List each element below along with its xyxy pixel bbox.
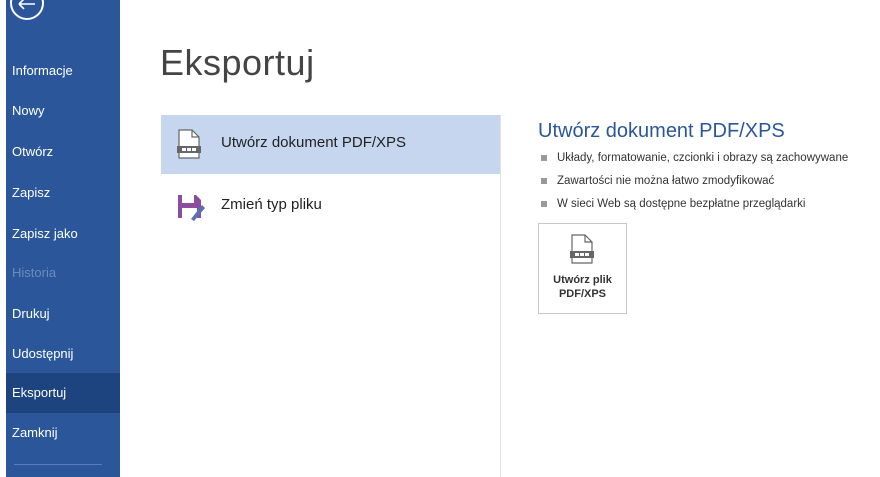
sidebar-item-otworz[interactable]: Otwórz [6, 132, 120, 172]
detail-bullet-list: Układy, formatowanie, czcionki i obrazy … [541, 150, 848, 219]
list-item: Zawartości nie można łatwo zmodyfikować [541, 173, 848, 196]
export-option-pdf-xps-label: Utwórz dokument PDF/XPS [221, 134, 407, 151]
page-title: Eksportuj [160, 42, 315, 83]
export-option-pdf-xps[interactable]: Utwórz dokument PDF/XPS [161, 115, 500, 174]
sidebar-item-drukuj[interactable]: Drukuj [6, 294, 120, 334]
pdf-document-icon [177, 129, 201, 164]
create-pdf-xps-button-line1: Utwórz plik [553, 274, 612, 286]
sidebar-item-zapisz[interactable]: Zapisz [6, 173, 120, 213]
list-item: W sieci Web są dostępne bezpłatne przegl… [541, 196, 848, 219]
save-as-icon [177, 191, 205, 226]
sidebar-item-nowy[interactable]: Nowy [6, 91, 120, 131]
backstage-sidebar: Informacje Nowy Otwórz Zapisz Zapisz jak… [6, 0, 120, 477]
sidebar-item-historia: Historia [12, 265, 57, 280]
pdf-document-icon [570, 234, 594, 269]
create-pdf-xps-button[interactable]: Utwórz plik PDF/XPS [538, 223, 627, 314]
sidebar-item-zapisz-jako[interactable]: Zapisz jako [6, 214, 120, 254]
sidebar-item-udostepnij[interactable]: Udostępnij [6, 334, 120, 374]
sidebar-item-zamknij[interactable]: Zamknij [6, 413, 120, 453]
export-option-change-file-type-label: Zmień typ pliku [221, 196, 322, 213]
create-pdf-xps-button-line2: PDF/XPS [558, 288, 607, 300]
sidebar-item-informacje[interactable]: Informacje [6, 51, 120, 91]
back-button[interactable] [10, 0, 44, 20]
sidebar-item-eksportuj[interactable]: Eksportuj [6, 373, 120, 413]
panel-divider [500, 115, 501, 477]
export-option-change-file-type[interactable]: Zmień typ pliku [161, 177, 500, 236]
list-item: Układy, formatowanie, czcionki i obrazy … [541, 150, 848, 173]
detail-title: Utwórz dokument PDF/XPS [538, 120, 785, 142]
back-arrow-icon [18, 0, 35, 10]
sidebar-divider [14, 464, 102, 465]
create-pdf-xps-button-label: Utwórz plik PDF/XPS [539, 273, 626, 301]
